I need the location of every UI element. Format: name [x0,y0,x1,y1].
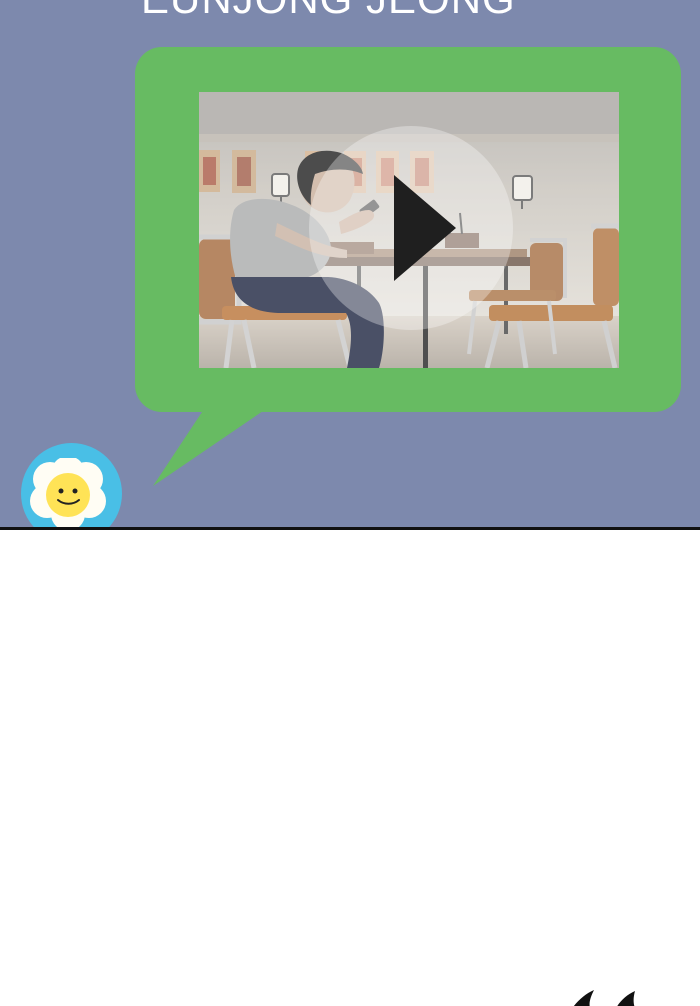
author-message-panel: EUNJONG JEONG [0,0,700,528]
comic-ink-mark [573,990,635,1006]
panel-divider [0,527,700,530]
author-name-title: EUNJONG JEONG [141,0,516,20]
play-icon [394,175,456,281]
comic-page: EUNJONG JEONG [0,0,700,1006]
video-play-button[interactable] [309,126,513,330]
flower-smiley-avatar-icon [30,458,106,528]
